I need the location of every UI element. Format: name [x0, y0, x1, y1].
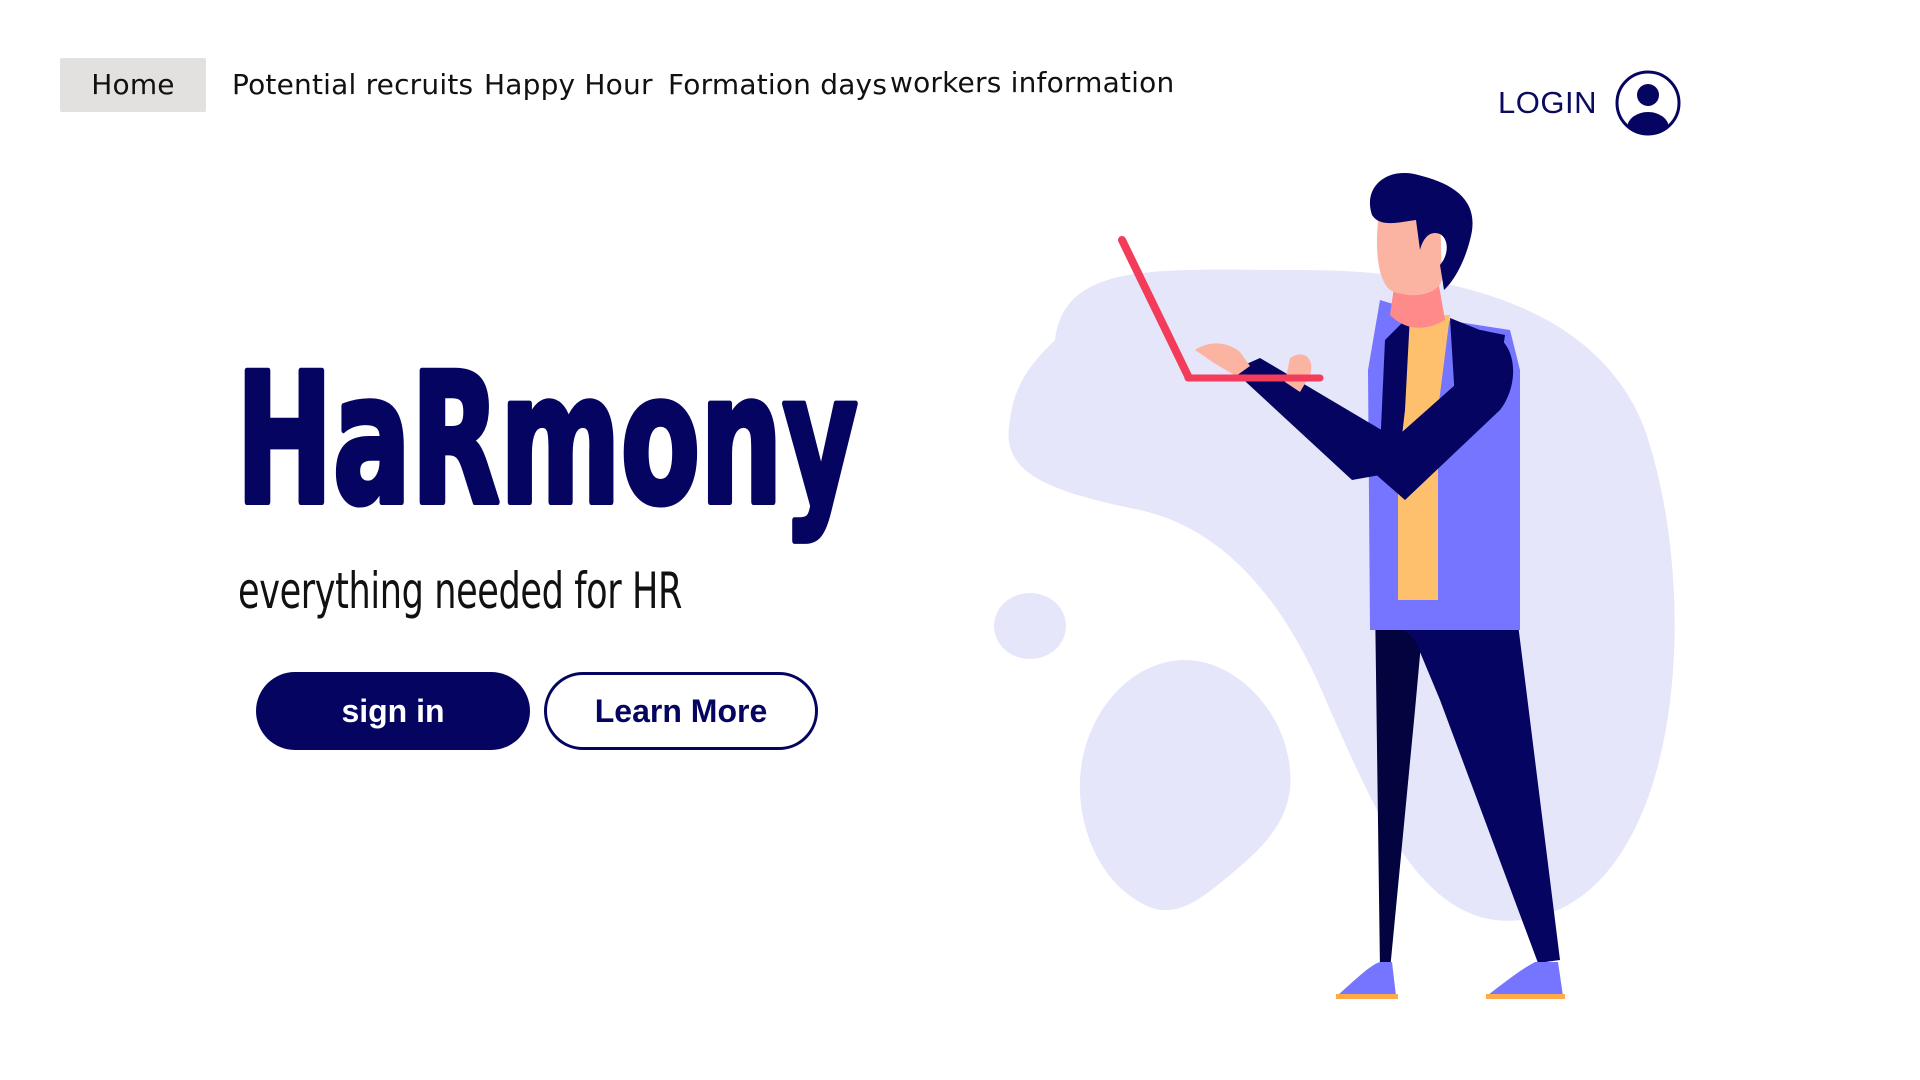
- person-shoe-left-sole: [1336, 994, 1398, 999]
- tagline: everything needed for HR: [238, 562, 683, 620]
- background-blob-medium: [1079, 660, 1291, 911]
- person-shoe-left: [1338, 962, 1396, 996]
- nav-item-workers-information[interactable]: workers information: [890, 56, 1174, 110]
- nav-item-happy-hour[interactable]: Happy Hour: [484, 58, 653, 112]
- nav-item-potential-recruits[interactable]: Potential recruits: [232, 58, 473, 112]
- person-shoe-right: [1488, 962, 1563, 996]
- login-label: LOGIN: [1498, 85, 1597, 120]
- person-shoe-right-sole: [1486, 994, 1565, 999]
- background-blob-small: [994, 593, 1066, 659]
- learn-more-button[interactable]: Learn More: [544, 672, 818, 750]
- brand-title-text: HaRmony: [236, 336, 858, 545]
- sign-in-button[interactable]: sign in: [256, 672, 530, 750]
- user-circle-icon: [1615, 70, 1681, 136]
- nav-item-formation-days[interactable]: Formation days: [668, 58, 887, 112]
- brand-title: HaRmony: [236, 330, 876, 570]
- nav-item-home[interactable]: Home: [60, 58, 206, 112]
- login-button[interactable]: LOGIN: [1498, 70, 1681, 136]
- hero-illustration: [960, 170, 1720, 1010]
